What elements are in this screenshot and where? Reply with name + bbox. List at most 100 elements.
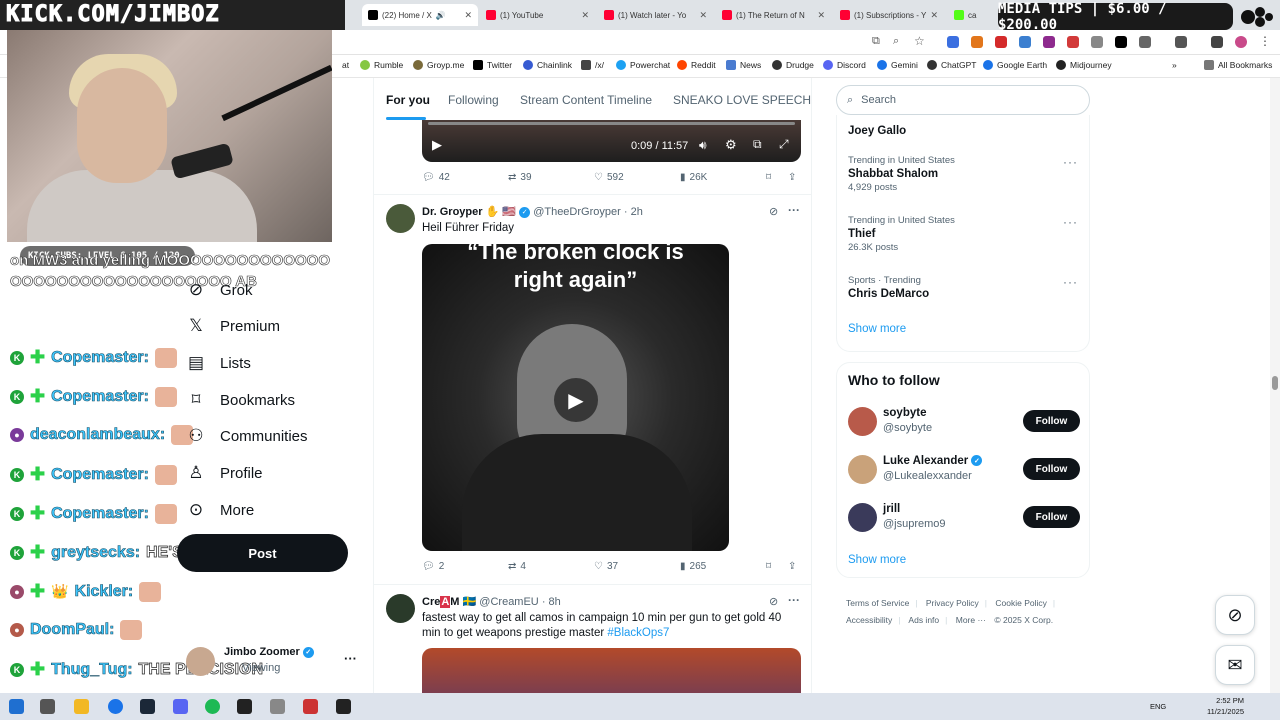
cast-icon[interactable]: ⧉ xyxy=(872,35,880,48)
account-switcher[interactable]: Jimbo Zoomer ✓ Viewing ··· xyxy=(186,645,361,679)
close-tab-icon[interactable]: ✕ xyxy=(581,10,589,21)
suggestion-name[interactable]: jrill xyxy=(883,503,900,515)
close-tab-icon[interactable]: ✕ xyxy=(817,10,825,21)
avatar[interactable] xyxy=(848,455,877,484)
metamask-icon[interactable] xyxy=(971,36,983,48)
tab-home-x[interactable]: (22) Home / X 🔊 ✕ xyxy=(362,4,478,26)
task-view-icon[interactable] xyxy=(40,699,55,714)
fullscreen-icon[interactable]: ⤢ xyxy=(779,137,789,152)
bookmark-item[interactable]: Midjourney xyxy=(1056,60,1112,70)
reply-button[interactable]: 💬︎ 42 xyxy=(422,172,450,183)
tab-for-you[interactable]: For you xyxy=(386,93,430,107)
bookmark-item[interactable]: /x/ xyxy=(581,60,604,70)
sidebar-icon[interactable] xyxy=(1175,36,1187,48)
more-dots-icon[interactable]: ··· xyxy=(344,651,357,666)
speaker-icon[interactable]: 🔊 xyxy=(436,11,446,20)
grok-icon[interactable]: ⊘ xyxy=(769,595,778,608)
views-button[interactable]: ▮ 26K xyxy=(680,172,707,183)
bookmark-item[interactable]: Reddit xyxy=(677,60,716,70)
tweet-author-name[interactable]: Dr. Groyper xyxy=(422,206,483,218)
more-dots-icon[interactable]: ··· xyxy=(1063,215,1078,229)
follow-button[interactable]: Follow xyxy=(1023,506,1080,528)
share-icon[interactable]: ⇪ xyxy=(788,172,796,183)
avatar[interactable] xyxy=(386,204,415,233)
grok-icon[interactable]: ⊘ xyxy=(769,205,778,218)
video-player[interactable]: ▶ 0:09 / 11:57 🔊︎ ⚙ ⧉ ⤢ xyxy=(422,120,801,162)
like-button[interactable]: ♡ 592 xyxy=(594,172,624,183)
post-button[interactable]: Post xyxy=(177,534,348,572)
steam-icon[interactable] xyxy=(140,699,155,714)
follow-suggestion[interactable]: soybyte @soybyte Follow xyxy=(848,407,1080,439)
tab-return-of[interactable]: (1) The Return of N ✕ xyxy=(716,4,831,26)
avatar[interactable] xyxy=(386,594,415,623)
more-dots-icon[interactable]: ··· xyxy=(788,593,800,607)
nav-item-premium[interactable]: 𝕏 Premium xyxy=(186,311,280,341)
tab-stream-content[interactable]: Stream Content Timeline xyxy=(520,93,652,107)
star-bookmark-icon[interactable]: ☆ xyxy=(914,34,925,48)
file-explorer-icon[interactable] xyxy=(74,699,89,714)
tab-watch-later[interactable]: (1) Watch later - Yo ✕ xyxy=(598,4,713,26)
all-bookmarks-button[interactable]: All Bookmarks xyxy=(1204,60,1272,70)
reply-button[interactable]: 💬︎ 2 xyxy=(422,561,444,572)
bookmark-item[interactable]: ChatGPT xyxy=(927,60,976,70)
trend-item[interactable]: Joey Gallo xyxy=(848,123,1080,137)
extension-icon[interactable] xyxy=(1067,36,1079,48)
follow-button[interactable]: Follow xyxy=(1023,458,1080,480)
bookmark-item[interactable]: Rumble xyxy=(360,60,403,70)
clock-time[interactable]: 2:52 PM xyxy=(1198,696,1244,705)
suggestion-name[interactable]: soybyte xyxy=(883,407,926,419)
share-icon[interactable]: ⇪ xyxy=(788,561,796,572)
more-dots-icon[interactable]: ··· xyxy=(1063,275,1078,289)
tweet-image[interactable] xyxy=(422,648,801,693)
messages-float-button[interactable]: ✉ xyxy=(1215,645,1255,685)
bookmark-item[interactable]: Powerchat xyxy=(616,60,670,70)
hashtag-link[interactable]: #BlackOps7 xyxy=(607,627,669,639)
app-icon[interactable] xyxy=(303,699,318,714)
profile-avatar-icon[interactable] xyxy=(1235,36,1247,48)
follow-suggestion[interactable]: jrill @jsupremo9 Follow xyxy=(848,503,1080,535)
bookmark-item[interactable]: at xyxy=(342,60,349,70)
nav-item-profile[interactable]: ♙ Profile xyxy=(186,458,262,488)
shield-extension-icon[interactable] xyxy=(995,36,1007,48)
avatar[interactable] xyxy=(848,503,877,532)
nav-item-grok[interactable]: ⊘ Grok xyxy=(186,275,253,305)
nav-item-bookmarks[interactable]: ⌑ Bookmarks xyxy=(186,385,295,415)
tweet-author-name[interactable]: M xyxy=(450,596,459,608)
bookmark-item[interactable]: Gemini xyxy=(877,60,918,70)
follow-suggestion[interactable]: Luke Alexander ✓ @Lukealexxander Follow xyxy=(848,455,1080,487)
windows-start-icon[interactable] xyxy=(9,699,24,714)
trend-item[interactable]: Trending in United States Shabbat Shalom… xyxy=(848,155,1080,193)
close-tab-icon[interactable]: ✕ xyxy=(699,10,707,21)
more-dots-icon[interactable]: ··· xyxy=(788,203,800,217)
extension-icon[interactable] xyxy=(1019,36,1031,48)
discord-icon[interactable] xyxy=(173,699,188,714)
avatar[interactable] xyxy=(848,407,877,436)
footer-link[interactable]: Accessibility xyxy=(846,615,892,625)
tweet-author-name[interactable]: Cre xyxy=(422,596,440,608)
nav-item-lists[interactable]: ▤ Lists xyxy=(186,348,251,378)
show-more-link[interactable]: Show more xyxy=(848,323,1080,335)
show-more-link[interactable]: Show more xyxy=(848,554,906,566)
tab-kick[interactable]: ca xyxy=(948,4,996,26)
bookmarks-overflow-icon[interactable]: » xyxy=(1172,60,1177,70)
views-button[interactable]: ▮ 265 xyxy=(680,561,706,572)
tweet-handle[interactable]: @CreamEU xyxy=(479,596,538,608)
spotify-icon[interactable] xyxy=(205,699,220,714)
footer-link[interactable]: Ads info xyxy=(908,615,939,625)
app-icon[interactable] xyxy=(270,699,285,714)
tab-following[interactable]: Following xyxy=(448,93,499,107)
suggestion-name[interactable]: Luke Alexander ✓ xyxy=(883,455,983,467)
kebab-menu-icon[interactable]: ⋮ xyxy=(1259,34,1271,48)
tab-youtube[interactable]: (1) YouTube ✕ xyxy=(480,4,595,26)
play-icon[interactable]: ▶ xyxy=(432,137,442,153)
tweet-time[interactable]: 2h xyxy=(631,206,643,218)
grok-float-button[interactable]: ⊘ xyxy=(1215,595,1255,635)
tweet-handle[interactable]: @TheeDrGroyper xyxy=(533,206,621,218)
more-dots-icon[interactable]: ··· xyxy=(1063,155,1078,169)
bookmark-button[interactable]: ⌑ xyxy=(766,172,771,183)
language-indicator[interactable]: ENG xyxy=(1150,702,1166,711)
follow-button[interactable]: Follow xyxy=(1023,410,1080,432)
trend-item[interactable]: Sports · Trending Chris DeMarco ··· xyxy=(848,275,1080,300)
bookmark-item[interactable]: Google Earth xyxy=(983,60,1047,70)
close-tab-icon[interactable]: ✕ xyxy=(930,10,938,21)
